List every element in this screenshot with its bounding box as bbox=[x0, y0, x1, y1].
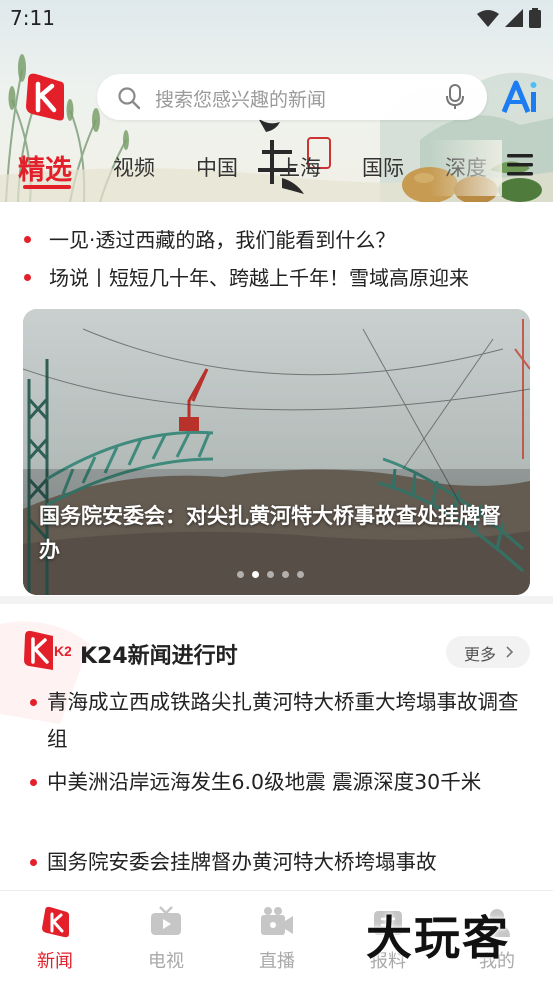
status-icons bbox=[477, 8, 541, 28]
ai-assistant-button[interactable] bbox=[500, 80, 538, 114]
featured-carousel[interactable]: 国务院安委会：对尖扎黄河特大桥事故查处挂牌督办 bbox=[23, 309, 530, 595]
k24-logo-text: K24 bbox=[54, 643, 71, 659]
app-logo[interactable] bbox=[24, 72, 64, 122]
status-time: 7:11 bbox=[10, 6, 55, 30]
nav-label: 电视 bbox=[148, 951, 184, 972]
k24-news-text: 中美洲沿岸远海发生6.0级地震 震源深度30千米 bbox=[47, 770, 482, 794]
carousel-pagination bbox=[237, 571, 304, 578]
bullet-dot bbox=[30, 779, 37, 786]
microphone-icon[interactable] bbox=[445, 84, 465, 110]
bullet-dot bbox=[24, 236, 31, 243]
search-bar[interactable]: 搜索您感兴趣的新闻 bbox=[97, 74, 487, 120]
tab-featured[interactable]: 精选 bbox=[18, 148, 72, 187]
headline-item[interactable]: 场说丨短短几十年、跨越上千年！雪域高原迎来 bbox=[24, 262, 534, 294]
headline-item[interactable]: 一见·透过西藏的路，我们能看到什么？ bbox=[24, 224, 534, 256]
headline-text: 一见·透过西藏的路，我们能看到什么？ bbox=[49, 228, 396, 252]
battery-icon bbox=[529, 8, 541, 28]
search-placeholder: 搜索您感兴趣的新闻 bbox=[155, 89, 327, 111]
chevron-right-icon bbox=[506, 646, 514, 658]
k24-news-item[interactable]: 青海成立西成铁路尖扎黄河特大桥重大垮塌事故调查组 bbox=[30, 684, 520, 758]
search-icon bbox=[118, 87, 141, 110]
tabs-fade bbox=[430, 140, 502, 196]
signal-icon bbox=[505, 9, 523, 27]
tab-video[interactable]: 视频 bbox=[113, 152, 155, 182]
tab-international[interactable]: 国际 bbox=[362, 152, 404, 182]
status-bar: 7:11 bbox=[0, 0, 553, 40]
bullet-dot bbox=[30, 859, 37, 866]
tab-shanghai[interactable]: 上海 bbox=[279, 152, 321, 182]
nav-live[interactable]: 直播 bbox=[232, 905, 322, 973]
k24-logo-icon: K24 bbox=[24, 630, 80, 670]
tab-china[interactable]: 中国 bbox=[196, 152, 238, 182]
ai-logo-icon bbox=[501, 80, 537, 113]
more-label: 更多 bbox=[464, 645, 497, 664]
k24-news-text: 国务院安委会挂牌督办黄河特大桥垮塌事故 bbox=[47, 850, 437, 874]
tv-icon bbox=[151, 906, 181, 935]
nav-label: 新闻 bbox=[37, 951, 73, 972]
k24-section-title: K24新闻进行时 bbox=[80, 644, 238, 669]
channel-menu-button[interactable] bbox=[506, 150, 534, 180]
pagination-dot-active[interactable] bbox=[252, 571, 259, 578]
k24-news-section: K24 K24新闻进行时 更多 青海成立西成铁路尖扎黄河特大桥重大垮塌事故调查组… bbox=[0, 604, 553, 890]
wifi-icon bbox=[477, 10, 499, 27]
pagination-dot[interactable] bbox=[282, 571, 289, 578]
section-divider bbox=[0, 596, 553, 604]
more-button[interactable]: 更多 bbox=[446, 636, 530, 668]
carousel-caption: 国务院安委会：对尖扎黄河特大桥事故查处挂牌督办 bbox=[39, 504, 501, 562]
bullet-dot bbox=[30, 699, 37, 706]
pagination-dot[interactable] bbox=[267, 571, 274, 578]
news-logo-icon bbox=[42, 906, 69, 938]
k24-news-text: 青海成立西成铁路尖扎黄河特大桥重大垮塌事故调查组 bbox=[47, 690, 519, 751]
pagination-dot[interactable] bbox=[297, 571, 304, 578]
k24-news-item[interactable]: 国务院安委会挂牌督办黄河特大桥垮塌事故 bbox=[30, 844, 520, 881]
k24-logo: K24 bbox=[23, 630, 80, 674]
live-camera-icon bbox=[261, 907, 293, 935]
k24-news-item[interactable]: 中美洲沿岸远海发生6.0级地震 震源深度30千米 bbox=[30, 764, 520, 801]
headline-text: 场说丨短短几十年、跨越上千年！雪域高原迎来 bbox=[49, 266, 469, 290]
pagination-dot[interactable] bbox=[237, 571, 244, 578]
hamburger-menu-icon bbox=[507, 154, 533, 176]
bullet-dot bbox=[24, 274, 31, 281]
nav-label: 直播 bbox=[259, 951, 295, 972]
nav-news[interactable]: 新闻 bbox=[10, 905, 100, 973]
app-screen: 7:11 搜索您感兴趣的新闻 精选 视频 中国 上海 国际 一见·透过西藏的路，… bbox=[0, 0, 553, 984]
active-tab-indicator bbox=[23, 185, 71, 189]
brand-k-logo-icon bbox=[26, 73, 64, 121]
watermark-text: 大玩客 bbox=[366, 911, 510, 965]
header-banner: 7:11 搜索您感兴趣的新闻 精选 视频 中国 上海 国际 bbox=[0, 0, 553, 202]
nav-tv[interactable]: 电视 bbox=[121, 905, 211, 973]
